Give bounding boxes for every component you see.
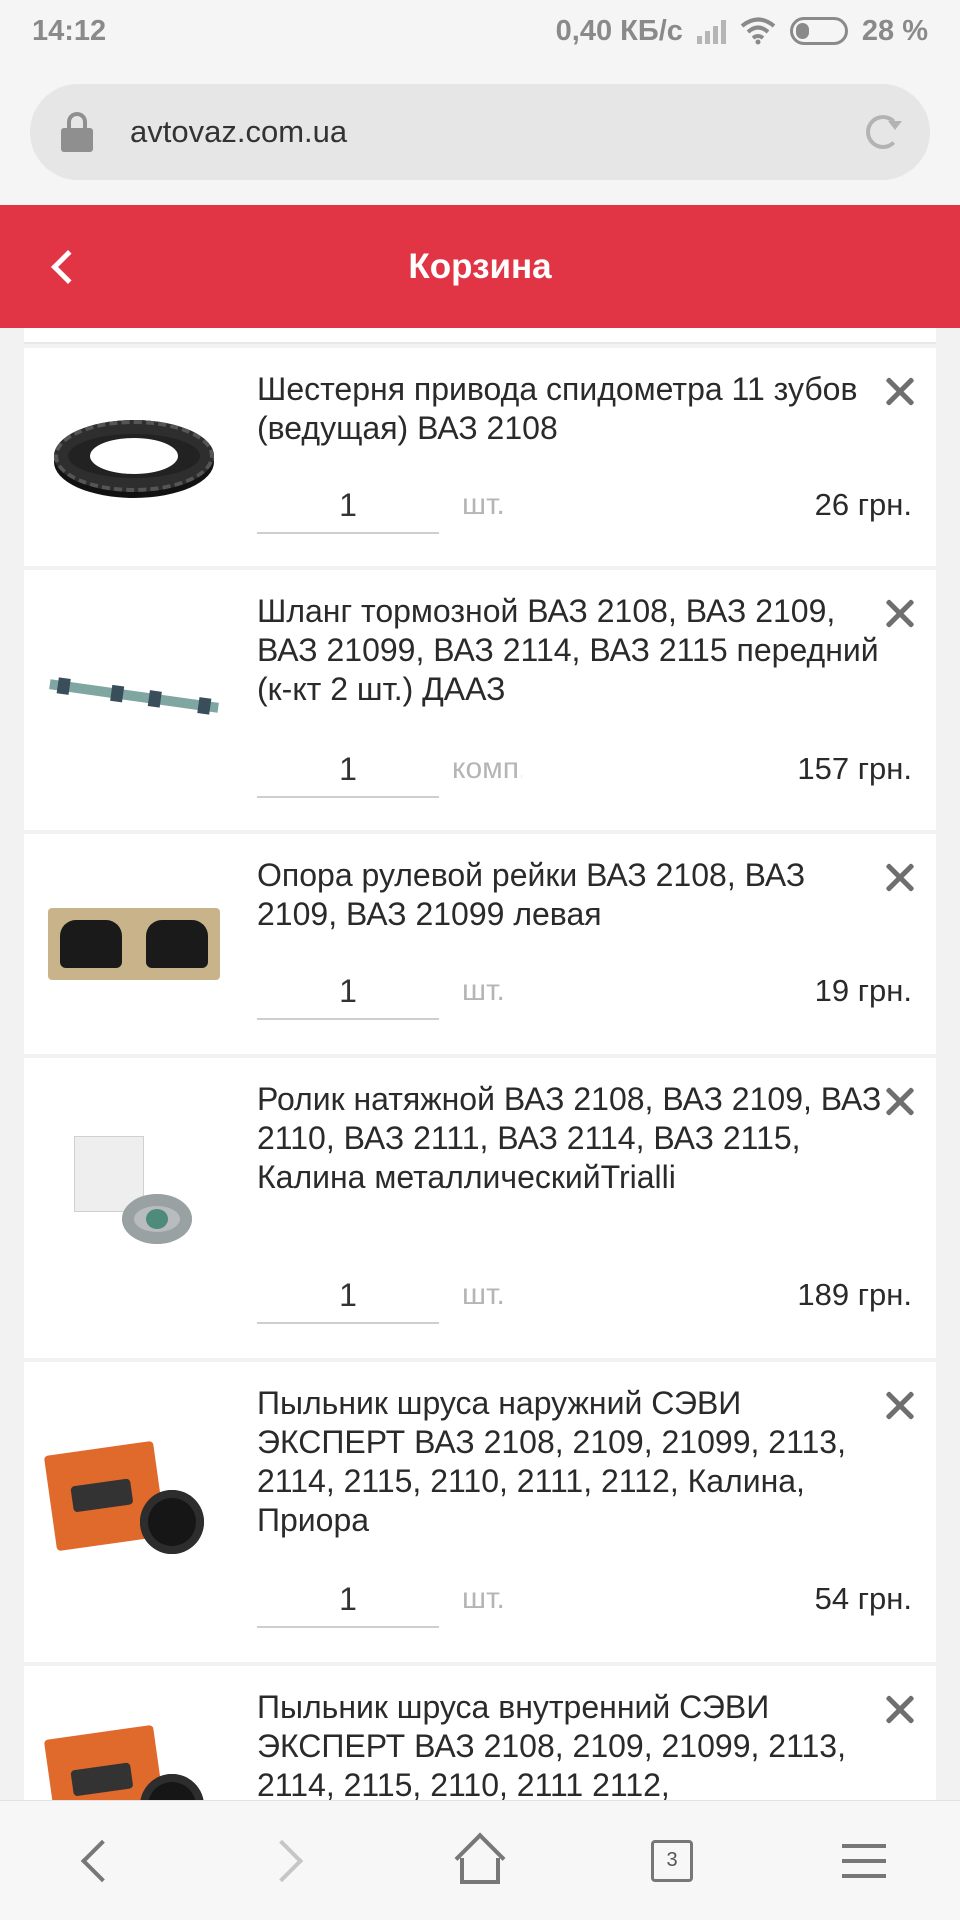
cv-boot-thumbnail [43, 1724, 220, 1800]
quantity-input[interactable]: 1 [257, 478, 439, 534]
back-nav-button[interactable] [0, 1801, 192, 1920]
item-name[interactable]: Шланг тормозной ВАЗ 2108, ВАЗ 2109, ВАЗ … [257, 592, 887, 709]
quantity-input[interactable]: 1 [257, 1268, 439, 1324]
browser-toolbar: avtovaz.com.ua [0, 62, 960, 205]
url-text[interactable]: avtovaz.com.ua [130, 114, 866, 150]
quantity-input[interactable]: 1 [257, 742, 439, 798]
signal-icon [696, 18, 726, 44]
tabs-button[interactable]: 3 [576, 1801, 768, 1920]
home-icon [454, 1832, 506, 1884]
unit-label: шт. [462, 1278, 505, 1311]
item-name[interactable]: Ролик натяжной ВАЗ 2108, ВАЗ 2109, ВАЗ 2… [257, 1080, 887, 1197]
wifi-icon [740, 17, 776, 45]
remove-item-button[interactable] [880, 858, 920, 898]
cart-item: Пыльник шруса наружний СЭВИ ЭКСПЕРТ ВАЗ … [24, 1362, 936, 1662]
item-price: 19 грн. [814, 973, 912, 1008]
cart-item: Ролик натяжной ВАЗ 2108, ВАЗ 2109, ВАЗ 2… [24, 1058, 936, 1358]
forward-nav-button[interactable] [192, 1801, 384, 1920]
lock-icon [60, 112, 94, 152]
unit-label: шт. [462, 1582, 505, 1615]
page-header: Корзина [0, 205, 960, 328]
item-image[interactable] [48, 884, 220, 1004]
item-price: 54 грн. [814, 1581, 912, 1616]
battery-icon [789, 17, 848, 45]
item-name[interactable]: Шестерня привода спидометра 11 зубов (ве… [257, 370, 887, 448]
cv-boot-thumbnail [43, 1440, 220, 1562]
battery-fill [795, 23, 809, 39]
item-name[interactable]: Пыльник шруса наружний СЭВИ ЭКСПЕРТ ВАЗ … [257, 1384, 887, 1540]
cart-item: Опора рулевой рейки ВАЗ 2108, ВАЗ 2109, … [24, 834, 936, 1054]
status-indicators: 0,40 КБ/с 28 % [556, 15, 928, 48]
menu-button[interactable] [768, 1801, 960, 1920]
status-bar: 14:12 0,40 КБ/с 28 % [0, 0, 960, 62]
cart-item: Шланг тормозной ВАЗ 2108, ВАЗ 2109, ВАЗ … [24, 570, 936, 830]
browser-bottom-nav: 3 [0, 1800, 960, 1920]
quantity-input[interactable]: 1 [257, 1572, 439, 1628]
menu-icon [842, 1843, 886, 1878]
home-button[interactable] [384, 1801, 576, 1920]
item-price: 189 грн. [797, 1277, 912, 1312]
chevron-left-icon [80, 1839, 124, 1882]
item-image[interactable] [43, 1440, 220, 1562]
back-button[interactable] [44, 243, 88, 291]
reload-icon[interactable] [866, 115, 902, 149]
gear-thumbnail [54, 420, 214, 492]
item-image[interactable] [48, 1128, 220, 1248]
item-image[interactable] [48, 636, 220, 756]
cart-list-top [24, 328, 936, 344]
remove-item-button[interactable] [880, 372, 920, 412]
tab-count: 3 [666, 1849, 678, 1871]
remove-item-button[interactable] [880, 1386, 920, 1426]
quantity-input[interactable]: 1 [257, 964, 439, 1020]
item-name[interactable]: Пыльник шруса внутренний СЭВИ ЭКСПЕРТ ВА… [257, 1688, 887, 1800]
cart-item: Шестерня привода спидометра 11 зубов (ве… [24, 348, 936, 566]
remove-item-button[interactable] [880, 1082, 920, 1122]
item-price: 157 грн. [797, 751, 912, 786]
unit-label: шт. [462, 974, 505, 1007]
steering-mount-thumbnail [48, 908, 220, 980]
item-name[interactable]: Опора рулевой рейки ВАЗ 2108, ВАЗ 2109, … [257, 856, 887, 934]
battery-percent: 28 % [861, 14, 928, 47]
chevron-right-icon [260, 1839, 304, 1882]
unit-label: комп. [452, 752, 522, 785]
brake-hose-thumbnail [49, 677, 219, 715]
cart-list[interactable]: Шестерня привода спидометра 11 зубов (ве… [24, 328, 936, 1800]
remove-item-button[interactable] [880, 594, 920, 634]
item-image[interactable] [43, 1724, 220, 1800]
tabs-icon: 3 [651, 1839, 693, 1882]
item-image[interactable] [48, 396, 220, 516]
chevron-left-icon [51, 250, 85, 284]
unit-label: шт. [462, 488, 505, 521]
remove-item-button[interactable] [880, 1690, 920, 1730]
status-time: 14:12 [32, 14, 107, 47]
network-speed: 0,40 КБ/с [555, 14, 683, 47]
cart-item: Пыльник шруса внутренний СЭВИ ЭКСПЕРТ ВА… [24, 1666, 936, 1800]
page-title: Корзина [408, 246, 552, 286]
address-bar[interactable]: avtovaz.com.ua [30, 84, 930, 180]
tension-roller-thumbnail [54, 1128, 214, 1248]
item-price: 26 грн. [814, 487, 912, 522]
screen: 14:12 0,40 КБ/с 28 % avtovaz.com.ua Корз… [0, 0, 960, 1920]
